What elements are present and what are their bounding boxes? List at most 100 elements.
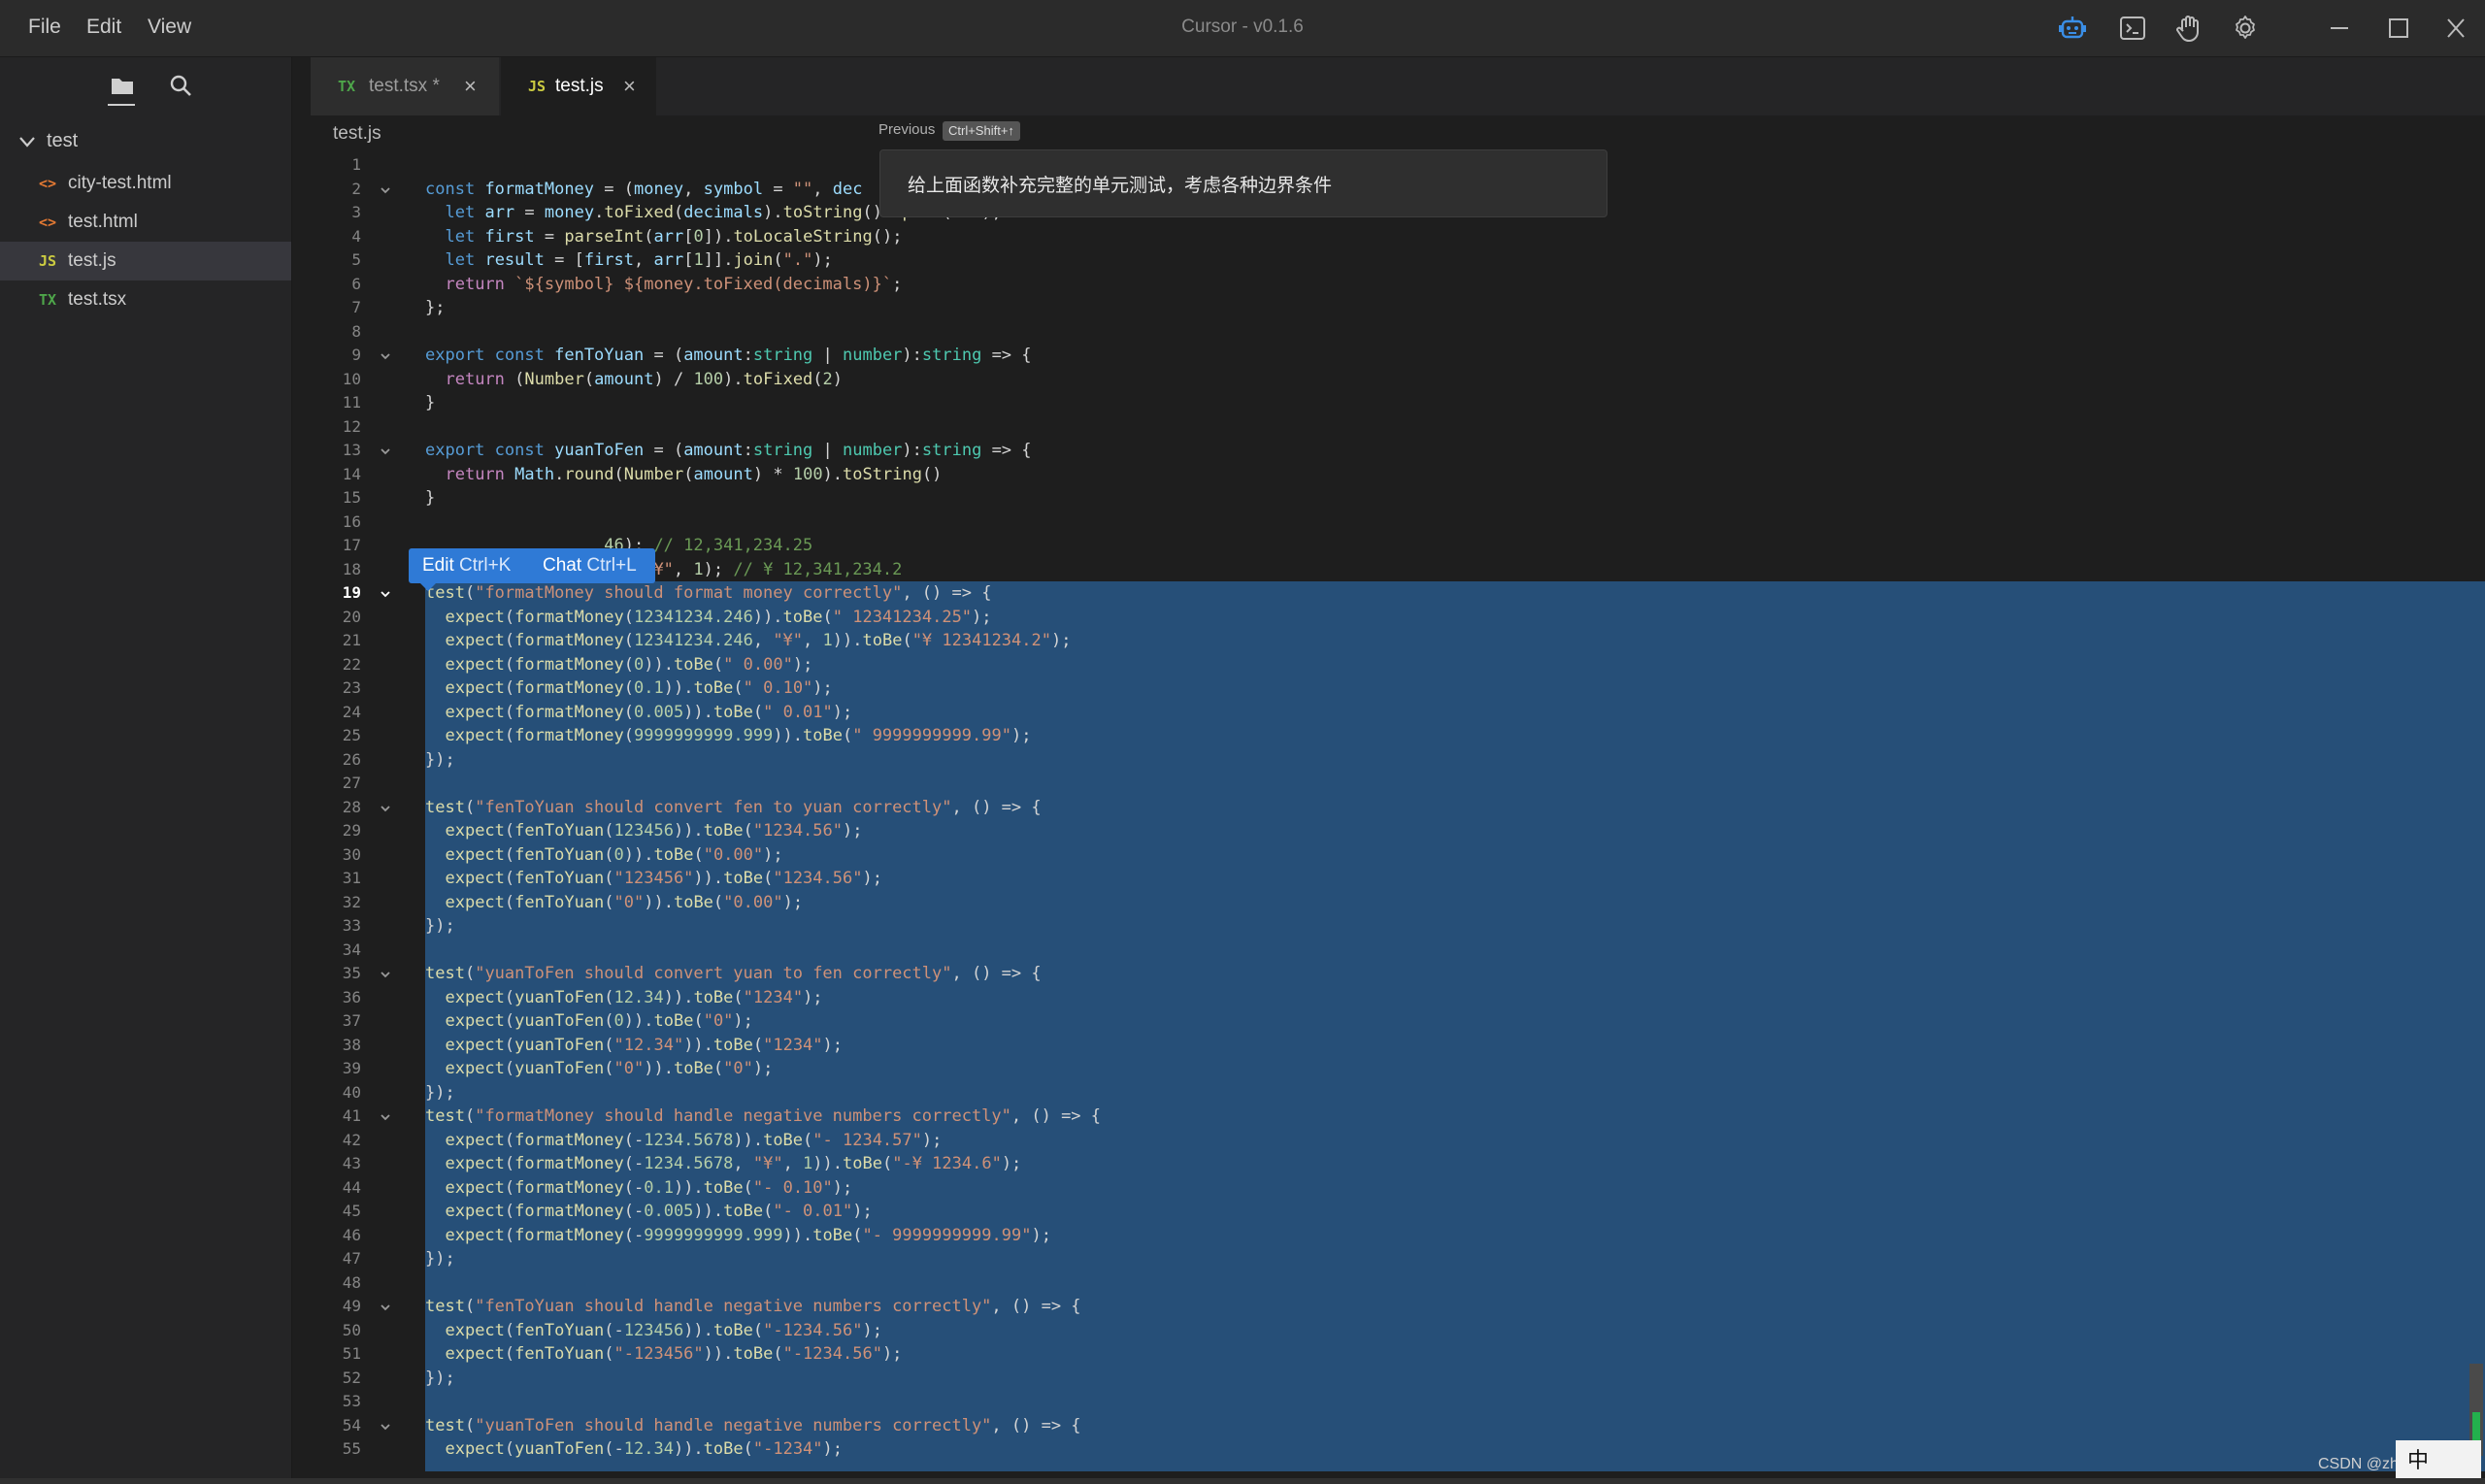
breadcrumb[interactable]: test.js [333,123,381,145]
code-line[interactable]: }); [425,1247,455,1271]
code-line[interactable]: expect(yuanToFen(0)).toBe("0"); [425,1009,752,1034]
line-number: 6 [351,274,361,293]
tab-test-tsx[interactable]: TX test.tsx * × [311,57,499,115]
code-line[interactable]: expect(fenToYuan(123456)).toBe("1234.56"… [425,819,862,843]
code-line[interactable]: return Math.round(Number(amount) * 100).… [425,463,942,487]
fold-chevron-icon[interactable] [379,349,392,363]
code-line[interactable]: } [425,391,435,415]
search-icon[interactable] [165,70,196,101]
file-item-test-html[interactable]: <> test.html [0,203,291,242]
folder-test[interactable]: test [17,130,78,159]
code-line[interactable]: expect(fenToYuan(-123456)).toBe("-1234.5… [425,1319,881,1343]
code-line[interactable]: let result = [first, arr[1]].join("."); [425,248,832,273]
line-number: 24 [342,702,361,721]
fold-chevron-icon[interactable] [379,968,392,981]
maximize-icon[interactable] [2378,12,2417,45]
file-item-city-test-html[interactable]: <> city-test.html [0,164,291,203]
code-line[interactable]: test("formatMoney should format money co… [425,581,991,606]
line-number: 10 [342,369,361,388]
file-item-test-js[interactable]: JS test.js [0,242,291,280]
code-line[interactable]: export const fenToYuan = (amount:string … [425,344,1032,368]
tab-label: test.tsx * [369,76,440,96]
code-line[interactable]: export const yuanToFen = (amount:string … [425,439,1032,463]
code-line[interactable]: }; [425,296,445,320]
code-line[interactable]: }); [425,1081,455,1105]
file-name: test.tsx [68,289,127,310]
code-line[interactable]: test("formatMoney should handle negative… [425,1105,1101,1129]
line-number: 45 [342,1202,361,1220]
fold-chevron-icon[interactable] [379,1110,392,1124]
minimize-icon[interactable] [2320,12,2359,45]
code-line[interactable]: const formatMoney = (money, symbol = "",… [425,178,862,202]
edit-shortcut: Ctrl+K [459,555,512,576]
close-icon[interactable]: × [464,57,477,115]
line-number: 9 [351,346,361,364]
code-line[interactable]: expect(formatMoney(12341234.246)).toBe("… [425,606,991,630]
code-line[interactable]: expect(formatMoney(12341234.246, "¥", 1)… [425,629,1071,653]
robot-icon[interactable] [2056,13,2089,44]
code-line[interactable]: } [425,486,435,511]
fold-chevron-icon[interactable] [379,1301,392,1314]
code-line[interactable]: let first = parseInt(arr[0]).toLocaleStr… [425,225,902,249]
file-item-test-tsx[interactable]: TX test.tsx [0,280,291,319]
code-line[interactable]: expect(formatMoney(0.005)).toBe(" 0.01")… [425,701,852,725]
previous-prompt-hint[interactable]: Previous [878,121,935,138]
code-line[interactable]: expect(formatMoney(-0.1)).toBe("- 0.10")… [425,1176,852,1201]
line-number: 38 [342,1035,361,1054]
terminal-icon[interactable] [2116,13,2149,44]
line-number: 31 [342,869,361,887]
code-line[interactable]: test("fenToYuan should convert fen to yu… [425,796,1042,820]
code-line[interactable]: expect(formatMoney(9999999999.999)).toBe… [425,724,1031,748]
fold-chevron-icon[interactable] [379,587,392,601]
code-line[interactable]: return (Number(amount) / 100).toFixed(2) [425,368,843,392]
ai-prompt-box[interactable]: 给上面函数补充完整的单元测试，考虑各种边界条件 [879,149,1607,217]
code-line[interactable]: expect(yuanToFen("0")).toBe("0"); [425,1057,773,1081]
code-line[interactable]: test("yuanToFen should handle negative n… [425,1414,1081,1438]
prompt-text[interactable]: 给上面函数补充完整的单元测试，考虑各种边界条件 [908,171,1332,197]
fold-chevron-icon[interactable] [379,183,392,197]
code-line[interactable]: expect(fenToYuan("-123456")).toBe("-1234… [425,1342,902,1367]
line-number: 47 [342,1249,361,1268]
code-line[interactable]: expect(yuanToFen(12.34)).toBe("1234"); [425,986,822,1010]
code-line[interactable]: expect(formatMoney(0)).toBe(" 0.00"); [425,653,812,677]
code-line[interactable]: }); [425,914,455,939]
ime-label: 中 [2407,1448,2430,1472]
line-number: 13 [342,441,361,459]
code-line[interactable]: }); [425,1367,455,1391]
fold-chevron-icon[interactable] [379,1420,392,1434]
code-line[interactable]: expect(fenToYuan("0")).toBe("0.00"); [425,891,803,915]
code-line[interactable]: expect(formatMoney(-1234.5678)).toBe("- … [425,1129,942,1153]
fold-chevron-icon[interactable] [379,445,392,458]
close-window-icon[interactable] [2436,12,2475,45]
line-number: 33 [342,916,361,935]
gear-icon[interactable] [2229,13,2262,44]
line-number: 12 [342,416,361,436]
code-line[interactable]: return `${symbol} ${money.toFixed(decima… [425,273,902,297]
line-number: 14 [342,464,361,483]
code-line[interactable]: expect(formatMoney(-9999999999.999)).toB… [425,1224,1050,1248]
line-number: 54 [342,1415,361,1435]
chat-button[interactable]: Chat Ctrl+L [543,548,637,583]
code-line[interactable]: }); [425,748,455,773]
code-editor[interactable]: 1 2 const formatMoney = (money, symbol = "… [311,153,2485,1478]
code-line[interactable]: expect(formatMoney(-0.005)).toBe("- 0.01… [425,1200,872,1224]
line-number: 17 [342,536,361,554]
folder-icon[interactable] [107,70,138,101]
code-line[interactable]: expect(formatMoney(-1234.5678, "¥", 1)).… [425,1152,1021,1176]
code-line[interactable]: expect(formatMoney(0.1)).toBe(" 0.10"); [425,676,832,701]
line-number: 53 [342,1392,361,1410]
fold-chevron-icon[interactable] [379,802,392,815]
code-line[interactable]: expect(yuanToFen("12.34")).toBe("1234"); [425,1034,843,1058]
tab-test-js[interactable]: JS test.js × [501,57,656,115]
code-line[interactable]: expect(yuanToFen(-12.34)).toBe("-1234"); [425,1437,843,1462]
line-number: 44 [342,1177,361,1197]
code-line[interactable]: test("yuanToFen should convert yuan to f… [425,962,1042,986]
title-bar: File Edit View Cursor - v0.1.6 [0,0,2485,57]
line-number: 40 [342,1082,361,1102]
edit-button[interactable]: Edit Ctrl+K [422,548,511,583]
code-line[interactable]: test("fenToYuan should handle negative n… [425,1295,1081,1319]
hand-icon[interactable] [2172,13,2205,44]
close-icon[interactable]: × [623,57,636,115]
code-line[interactable]: expect(fenToYuan(0)).toBe("0.00"); [425,843,782,868]
code-line[interactable]: expect(fenToYuan("123456")).toBe("1234.5… [425,867,881,891]
